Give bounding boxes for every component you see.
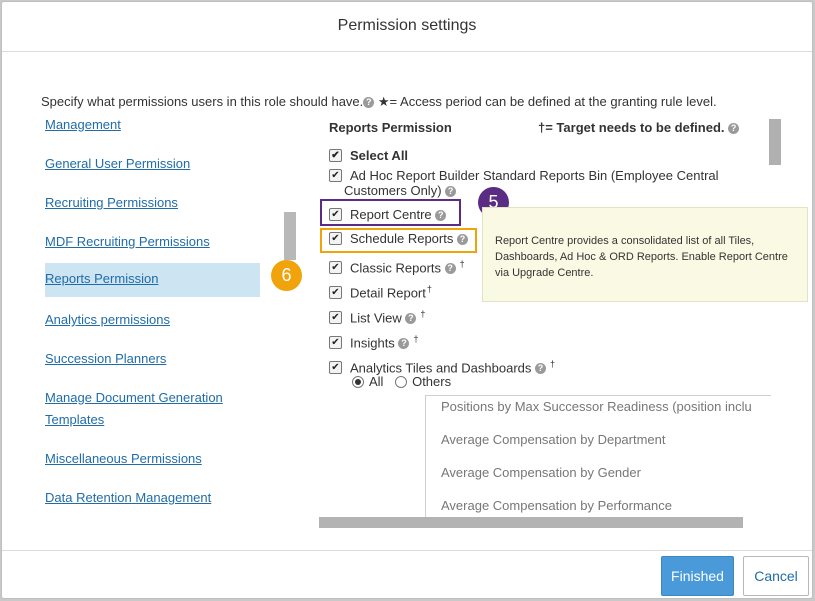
horizontal-scrollbar[interactable]: [319, 517, 743, 528]
nav-item-templates[interactable]: Templates: [45, 409, 104, 431]
insights-label: Insights: [350, 335, 395, 351]
schedule-reports-highlight: [320, 228, 477, 253]
list-view-label: List View: [350, 310, 402, 326]
report-centre-tooltip: Report Centre provides a consolidated li…: [482, 207, 808, 302]
adhoc-report-row-cont: Customers Only) ?: [344, 183, 457, 199]
dagger-mark: †: [413, 334, 419, 344]
list-item[interactable]: Average Compensation by Department: [441, 432, 666, 447]
list-item[interactable]: Average Compensation by Gender: [441, 465, 641, 480]
nav-item-succession-planners[interactable]: Succession Planners: [45, 348, 166, 370]
radio-others[interactable]: [395, 375, 408, 388]
permission-settings-dialog: Permission settings Specify what permiss…: [1, 1, 813, 599]
radio-others-label: Others: [412, 374, 452, 389]
list-item[interactable]: Average Compensation by Performance: [441, 498, 672, 513]
help-icon[interactable]: ?: [445, 186, 457, 198]
dagger-mark: †: [426, 284, 432, 294]
permissions-scrollbar[interactable]: [769, 119, 781, 165]
dagger-mark: †: [550, 359, 556, 369]
description-text: Specify what permissions users in this r…: [41, 94, 364, 109]
cancel-button[interactable]: Cancel: [743, 556, 809, 596]
insights-row: ✔ Insights ? †: [329, 331, 418, 351]
report-centre-highlight: [320, 199, 461, 226]
list-view-checkbox[interactable]: ✔: [329, 311, 342, 325]
nav-item-management[interactable]: Management: [45, 114, 121, 136]
classic-reports-checkbox[interactable]: ✔: [329, 261, 342, 275]
classic-reports-row: ✔ Classic Reports ? †: [329, 256, 465, 276]
nav-item-general-user-permission[interactable]: General User Permission: [45, 153, 190, 175]
nav-scrollbar[interactable]: [284, 212, 296, 260]
help-icon[interactable]: ?: [363, 97, 375, 109]
access-period-note: ★= Access period can be defined at the g…: [377, 94, 717, 109]
radio-all[interactable]: [352, 375, 364, 388]
adhoc-report-row: ✔ Ad Hoc Report Builder Standard Reports …: [329, 168, 719, 184]
adhoc-report-label-line2: Customers Only): [344, 183, 442, 198]
select-all-row: ✔ Select All: [329, 148, 408, 164]
help-icon[interactable]: ?: [444, 263, 456, 275]
help-icon[interactable]: ?: [405, 313, 417, 325]
analytics-tiles-checkbox[interactable]: ✔: [329, 361, 342, 375]
target-note: †= Target needs to be defined. ?: [538, 120, 740, 135]
reports-permission-header: Reports Permission: [329, 120, 452, 135]
callout-badge-6: 6: [271, 260, 302, 291]
detail-report-row: ✔ Detail Report†: [329, 281, 432, 301]
finished-button[interactable]: Finished: [661, 556, 734, 596]
help-icon[interactable]: ?: [398, 338, 410, 350]
target-note-text: †= Target needs to be defined.: [538, 120, 725, 135]
insights-checkbox[interactable]: ✔: [329, 336, 342, 350]
nav-item-analytics-permissions[interactable]: Analytics permissions: [45, 309, 170, 331]
adhoc-report-checkbox[interactable]: ✔: [329, 169, 342, 183]
analytics-scope-radio-group: All Others: [352, 374, 451, 389]
analytics-tiles-list[interactable]: Positions by Max Successor Readiness (po…: [425, 395, 771, 518]
dialog-description: Specify what permissions users in this r…: [41, 94, 717, 110]
nav-item-mdf-recruiting-permissions[interactable]: MDF Recruiting Permissions: [45, 231, 210, 253]
nav-item-data-retention-management[interactable]: Data Retention Management: [45, 487, 211, 509]
dagger-mark: †: [459, 259, 465, 269]
dialog-title: Permission settings: [337, 17, 477, 34]
adhoc-report-label-line1: Ad Hoc Report Builder Standard Reports B…: [350, 168, 719, 183]
nav-item-miscellaneous-permissions[interactable]: Miscellaneous Permissions: [45, 448, 202, 470]
help-icon[interactable]: ?: [728, 123, 740, 135]
nav-item-recruiting-permissions[interactable]: Recruiting Permissions: [45, 192, 178, 214]
dialog-header: Permission settings: [2, 2, 812, 52]
classic-reports-label: Classic Reports: [350, 260, 442, 276]
select-all-label: Select All: [350, 148, 409, 163]
list-view-row: ✔ List View ? †: [329, 306, 425, 326]
nav-item-manage-document-generation[interactable]: Manage Document Generation: [45, 387, 223, 409]
nav-item-reports-permission[interactable]: Reports Permission: [45, 263, 260, 297]
detail-report-label: Detail Report: [350, 285, 426, 301]
radio-all-label: All: [369, 374, 384, 389]
dagger-mark: †: [420, 309, 426, 319]
help-icon[interactable]: ?: [535, 363, 546, 375]
list-item[interactable]: Positions by Max Successor Readiness (po…: [441, 399, 752, 414]
detail-report-checkbox[interactable]: ✔: [329, 286, 342, 300]
select-all-checkbox[interactable]: ✔: [329, 149, 342, 163]
